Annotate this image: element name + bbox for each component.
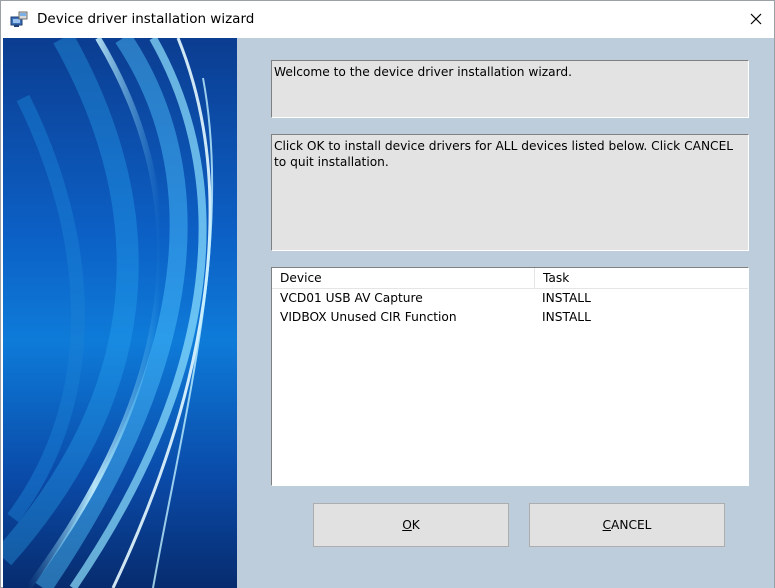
cancel-button-label: CANCEL xyxy=(603,518,652,532)
cancel-label-rest: ANCEL xyxy=(611,518,652,532)
ok-accelerator: O xyxy=(402,518,412,532)
device-task: INSTALL xyxy=(542,291,591,305)
instructions-panel: Click OK to install device drivers for A… xyxy=(271,134,749,251)
welcome-message: Welcome to the device driver installatio… xyxy=(274,65,573,79)
device-row[interactable]: VIDBOX Unused CIR Function INSTALL xyxy=(272,308,748,327)
installer-app-icon xyxy=(10,10,29,28)
device-name: VCD01 USB AV Capture xyxy=(280,291,423,305)
instructions-message: Click OK to install device drivers for A… xyxy=(274,139,734,169)
close-button[interactable] xyxy=(742,5,770,33)
cancel-accelerator: C xyxy=(602,518,612,532)
ok-button-label: OK xyxy=(402,518,420,532)
wizard-side-banner-image xyxy=(3,38,237,588)
column-header-task[interactable]: Task xyxy=(535,268,748,288)
close-icon xyxy=(750,10,762,29)
wizard-client-area: Welcome to the device driver installatio… xyxy=(3,38,774,588)
device-list-header: Device Task xyxy=(272,268,748,289)
welcome-message-panel: Welcome to the device driver installatio… xyxy=(271,60,749,118)
device-row[interactable]: VCD01 USB AV Capture INSTALL xyxy=(272,289,748,308)
device-name: VIDBOX Unused CIR Function xyxy=(280,310,457,324)
device-task: INSTALL xyxy=(542,310,591,324)
ok-button[interactable]: OK xyxy=(313,503,509,547)
window-title: Device driver installation wizard xyxy=(37,11,255,27)
title-bar[interactable]: Device driver installation wizard xyxy=(1,1,774,37)
ok-label-rest: K xyxy=(411,518,420,532)
device-list[interactable]: Device Task VCD01 USB AV Capture INSTALL… xyxy=(271,267,749,486)
column-header-device[interactable]: Device xyxy=(272,268,535,288)
wizard-window: Device driver installation wizard Welcom… xyxy=(0,0,775,588)
cancel-button[interactable]: CANCEL xyxy=(529,503,725,547)
